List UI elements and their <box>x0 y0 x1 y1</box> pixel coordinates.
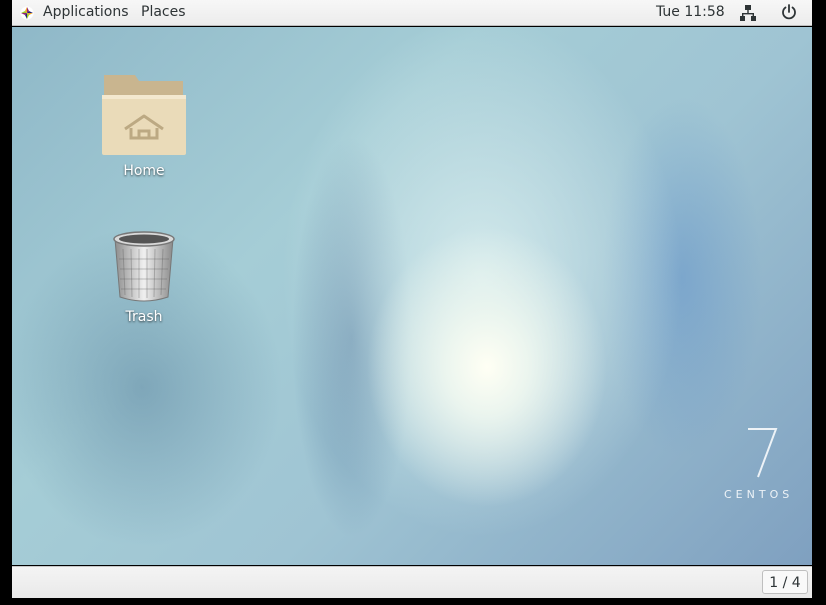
top-panel: Applications Places Tue 11:58 <box>12 0 812 26</box>
trash-icon[interactable] <box>111 229 177 303</box>
network-wired-icon[interactable] <box>740 4 756 22</box>
home-folder-icon[interactable] <box>101 73 187 157</box>
desktop[interactable]: Home Trash CENTOS <box>12 27 812 565</box>
clock[interactable]: Tue 11:58 <box>656 4 725 20</box>
places-menu[interactable]: Places <box>141 4 186 20</box>
centos-seven-logo <box>748 428 778 478</box>
desktop-icon-home[interactable]: Home <box>89 73 199 179</box>
desktop-icon-trash[interactable]: Trash <box>89 229 199 325</box>
applications-menu[interactable]: Applications <box>43 4 129 20</box>
workspace-switcher-button[interactable]: 1 / 4 <box>762 570 808 594</box>
wallpaper-number-mark <box>748 428 778 478</box>
desktop-icon-label: Home <box>123 163 165 179</box>
desktop-icon-label: Trash <box>125 309 163 325</box>
centos-wordmark: CENTOS <box>724 488 794 501</box>
power-icon[interactable] <box>781 4 797 20</box>
distributor-logo-icon[interactable] <box>20 6 34 20</box>
bottom-panel: 1 / 4 <box>12 566 812 598</box>
